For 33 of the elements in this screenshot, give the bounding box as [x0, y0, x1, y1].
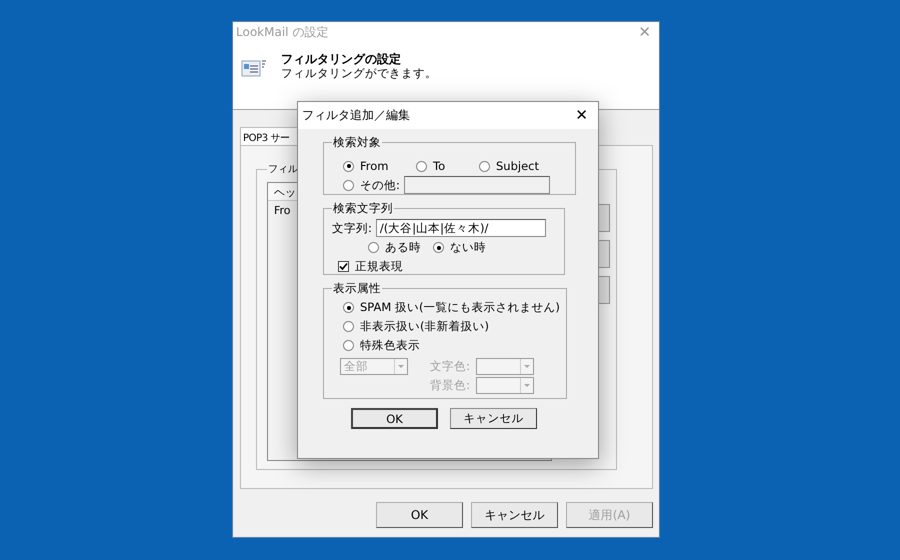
dialog-button[interactable]: OK	[351, 408, 438, 429]
search-string-field[interactable]: /(大谷|山本|佐々木)/	[376, 219, 546, 237]
checkbox[interactable]: 正規表現	[338, 258, 403, 274]
radio-button[interactable]: その他:	[343, 178, 400, 192]
field-label: 文字列:	[332, 220, 372, 236]
radio-button[interactable]: SPAM 扱い(一覧にも表示されません)	[343, 300, 560, 315]
radio-button[interactable]: To	[416, 159, 446, 173]
dialog-button[interactable]: キャンセル	[471, 502, 558, 528]
dialog-button[interactable]: キャンセル	[450, 408, 537, 429]
radio-button[interactable]: ある時	[368, 240, 421, 255]
checkmark-icon	[339, 262, 348, 270]
color-select[interactable]	[476, 358, 534, 374]
window-title: LookMail の設定	[236, 24, 328, 40]
header-subtitle: フィルタリングができます。	[281, 66, 437, 80]
radio-button[interactable]: ない時	[433, 240, 486, 255]
field-label: 背景色:	[429, 378, 470, 393]
radio-button[interactable]: 非表示扱い(非新着扱い)	[343, 319, 489, 334]
dropdown-arrow-icon	[520, 358, 533, 374]
filter-list-icon	[241, 58, 267, 78]
radio-button[interactable]: From	[343, 159, 388, 173]
dialog-title: フィルタ追加／編集	[302, 107, 410, 124]
close-icon[interactable]: ✕	[575, 108, 588, 123]
group-label: 表示属性	[332, 281, 382, 296]
color-select[interactable]	[476, 377, 534, 394]
radio-button[interactable]: Subject	[479, 159, 539, 173]
dropdown-arrow-icon	[520, 378, 533, 393]
field-label: 文字色:	[429, 358, 470, 374]
dialog-button[interactable]: OK	[376, 502, 463, 528]
group-label: 検索文字列	[332, 201, 394, 216]
group-label: 検索対象	[332, 135, 382, 150]
header-title: フィルタリングの設定	[281, 52, 402, 66]
radio-button[interactable]: 特殊色表示	[343, 338, 420, 353]
dropdown-arrow-icon	[394, 358, 407, 374]
